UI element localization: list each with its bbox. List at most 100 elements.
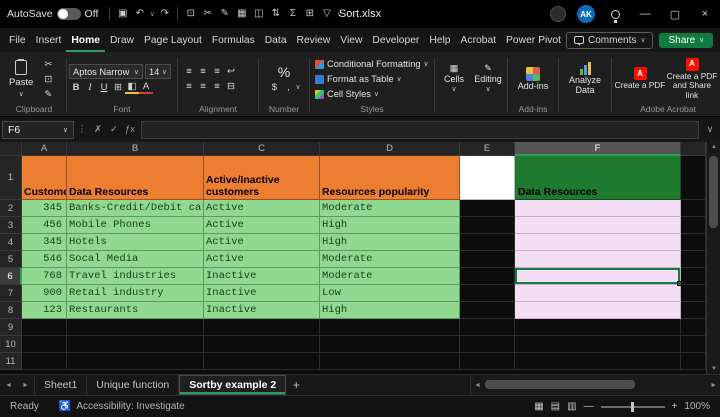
create-pdf-button[interactable]: A Create a PDF [614, 67, 666, 90]
row-header-3[interactable]: 3 [0, 217, 22, 234]
sum-icon[interactable]: Σ [284, 0, 301, 28]
row-header-4[interactable]: 4 [0, 234, 22, 251]
cell-E7[interactable] [460, 285, 515, 302]
copy-icon[interactable]: ⊡ [182, 0, 199, 28]
cancel-icon[interactable]: ✗ [90, 124, 106, 135]
redo-icon[interactable]: ↷ [156, 0, 173, 28]
cell-C6[interactable]: Inactive [204, 268, 320, 285]
maximize-button[interactable]: ▢ [660, 0, 690, 28]
cell-E3[interactable] [460, 217, 515, 234]
scroll-down-icon[interactable]: ▼ [707, 366, 720, 372]
cut-icon[interactable]: ✂ [199, 0, 216, 28]
cell-E10[interactable] [460, 336, 515, 353]
cell-B11[interactable] [67, 353, 204, 370]
format-painter-icon[interactable]: ✎ [216, 0, 233, 28]
tab-acrobat[interactable]: Acrobat [456, 28, 502, 52]
account-avatar[interactable]: AK [577, 5, 595, 23]
borders-button[interactable]: ⊞ [111, 81, 125, 94]
tab-view[interactable]: View [335, 28, 367, 52]
cell-B3[interactable]: Mobile Phones [67, 217, 204, 234]
cell-F2[interactable] [515, 200, 681, 217]
tab-draw[interactable]: Draw [105, 28, 139, 52]
font-name-select[interactable]: Aptos Narrow ∨ [69, 64, 143, 79]
save-icon[interactable]: ▣ [114, 0, 131, 28]
vertical-scroll-thumb[interactable] [709, 156, 718, 228]
cell-E2[interactable] [460, 200, 515, 217]
row-header-6[interactable]: 6 [0, 268, 22, 285]
cell-F8[interactable] [515, 302, 681, 319]
cell-A3[interactable]: 456 [22, 217, 67, 234]
addins-button[interactable]: Add-ins [516, 67, 550, 92]
zoom-in-icon[interactable]: + [672, 401, 678, 412]
cell-F7[interactable] [515, 285, 681, 302]
row-header-5[interactable]: 5 [0, 251, 22, 268]
cell-A6[interactable]: 768 [22, 268, 67, 285]
copy-icon[interactable]: ⊡ [41, 73, 55, 86]
cell-F11[interactable] [515, 353, 681, 370]
undo-dropdown-icon[interactable]: ∨ [148, 10, 156, 18]
cell-F5[interactable] [515, 251, 681, 268]
column-header-B[interactable]: B [67, 142, 204, 156]
format-painter-icon[interactable]: ✎ [41, 88, 55, 101]
cell-C5[interactable]: Active [204, 251, 320, 268]
cell-B6[interactable]: Travel industries [67, 268, 204, 285]
row-header-2[interactable]: 2 [0, 200, 22, 217]
zoom-slider[interactable] [601, 406, 665, 408]
cell-E5[interactable] [460, 251, 515, 268]
lightbulb-icon[interactable] [611, 10, 620, 19]
sheet-tab-unique-function[interactable]: Unique function [87, 375, 179, 395]
comments-button[interactable]: Comments ∨ [566, 32, 653, 49]
wrap-text-icon[interactable]: ↩ [224, 65, 238, 78]
cell-C4[interactable]: Active [204, 234, 320, 251]
formula-input[interactable] [141, 121, 699, 139]
create-pdf-share-button[interactable]: A Create a PDF and Share link [666, 58, 718, 99]
tab-power-pivot[interactable]: Power Pivot [501, 28, 566, 52]
cell-D9[interactable] [320, 319, 460, 336]
tab-insert[interactable]: Insert [31, 28, 67, 52]
cell-E11[interactable] [460, 353, 515, 370]
sheet-tab-sortby-example-2[interactable]: Sortby example 2 [179, 375, 286, 395]
search-icon[interactable] [550, 6, 566, 22]
cell-C3[interactable]: Active [204, 217, 320, 234]
select-all-corner[interactable] [0, 142, 22, 156]
cell-A11[interactable] [22, 353, 67, 370]
cell-C1[interactable]: Active/Inactive customers [204, 156, 320, 200]
font-size-select[interactable]: 14 ∨ [145, 64, 171, 79]
cell-E1[interactable] [460, 156, 515, 200]
tab-developer[interactable]: Developer [367, 28, 424, 52]
sheet-nav-right-icon[interactable]: ► [17, 375, 34, 395]
column-header-E[interactable]: E [460, 142, 515, 156]
insert-function-icon[interactable]: ƒx [122, 124, 138, 135]
chart-icon[interactable]: ◫ [250, 0, 267, 28]
borders-icon[interactable]: ⊞ [301, 0, 318, 28]
horizontal-scrollbar[interactable]: ◄ ► [470, 375, 720, 395]
fill-handle[interactable] [677, 281, 682, 286]
minimize-button[interactable]: — [630, 0, 660, 28]
cell-D10[interactable] [320, 336, 460, 353]
name-box[interactable]: F6 ∨ [2, 121, 74, 139]
cell-A9[interactable] [22, 319, 67, 336]
cell-A10[interactable] [22, 336, 67, 353]
cell-D11[interactable] [320, 353, 460, 370]
cell-C8[interactable]: Inactive [204, 302, 320, 319]
cell-C9[interactable] [204, 319, 320, 336]
scroll-up-icon[interactable]: ▲ [707, 144, 720, 150]
sheet-tab-sheet1[interactable]: Sheet1 [34, 375, 87, 395]
row-header-8[interactable]: 8 [0, 302, 22, 319]
cell-D8[interactable]: High [320, 302, 460, 319]
cell-B4[interactable]: Hotels [67, 234, 204, 251]
cell-D1[interactable]: Resources popularity [320, 156, 460, 200]
cell-E8[interactable] [460, 302, 515, 319]
align-center-icon[interactable]: ≡ [196, 80, 210, 93]
share-button[interactable]: Share ∨ [659, 33, 713, 48]
row-header-11[interactable]: 11 [0, 353, 22, 370]
scroll-left-icon[interactable]: ◄ [474, 382, 481, 389]
horizontal-scroll-thumb[interactable] [485, 380, 635, 389]
enter-icon[interactable]: ✓ [106, 124, 122, 135]
tab-data[interactable]: Data [260, 28, 292, 52]
cell-A7[interactable]: 900 [22, 285, 67, 302]
cell-C7[interactable]: Inactive [204, 285, 320, 302]
tab-formulas[interactable]: Formulas [207, 28, 260, 52]
cell-B9[interactable] [67, 319, 204, 336]
conditional-formatting-button[interactable]: Conditional Formatting ∨ [315, 57, 429, 71]
